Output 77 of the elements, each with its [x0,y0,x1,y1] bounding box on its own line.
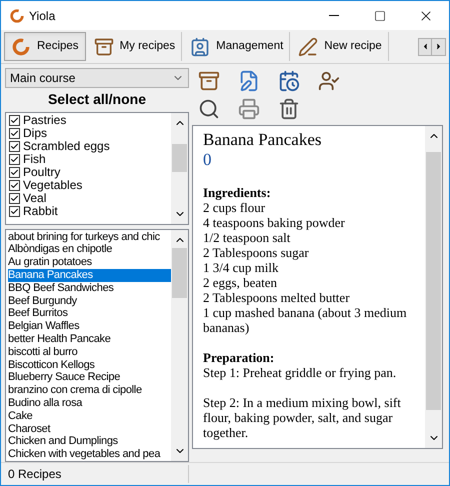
status-text: 0 Recipes [1,465,189,483]
recipe-item[interactable]: branzino con crema di cipolle [8,384,171,397]
recipe-item[interactable]: Belgian Waffles [8,320,171,334]
checkbox[interactable] [9,128,20,139]
recipe-item[interactable]: Charoset [8,422,171,436]
recipe-item[interactable]: better Health Pancake [8,333,171,346]
tab[interactable]: My recipes [88,32,182,61]
right-arrow-icon [434,42,443,51]
recipe-item[interactable]: Budino alla rosa [8,397,171,410]
maximize-icon [374,10,386,22]
pen-icon [298,36,318,56]
checkbox[interactable] [9,192,20,204]
recipe-item[interactable]: BBQ Beef Sandwiches [8,282,171,295]
recipe-text-line: 2 Tablespoons melted butter [203,290,351,305]
printer-icon[interactable] [238,98,260,120]
category-item[interactable]: Fish [9,152,171,166]
scroll-thumb[interactable] [426,152,441,410]
recipe-text-line: 1/2 teaspoon salt [203,230,292,245]
category-item[interactable]: Vegetables [9,178,171,192]
recipe-item[interactable]: Beef Burritos [8,307,171,320]
recipe-item[interactable]: Chicken with vegetables and pea [8,448,171,461]
category-item[interactable]: Veal [9,192,171,205]
recipe-item[interactable]: Beef Burgundy [8,294,171,308]
recipe-rating: 0 [203,150,212,170]
calendar-clock-icon[interactable] [278,70,300,92]
edit-document-icon[interactable] [238,70,260,92]
recipe-item[interactable]: Banana Pancakes [8,269,171,282]
scrollbar[interactable] [425,126,442,448]
checkbox[interactable] [9,114,20,126]
recipe-text-line: 2 cups flour [203,200,266,215]
select-all-button[interactable]: Select all/none [5,88,189,112]
box-icon [94,36,114,56]
recipe-item[interactable]: about brining for turkeys and chic [8,230,171,244]
logo-icon [9,8,25,24]
category-item[interactable]: Dips [9,126,171,140]
recipe-text-line: 1 3/4 cup milk [203,260,280,275]
window-title: Yiola [29,8,56,24]
recipe-text-line: 2 Tablespoons sugar [203,245,310,260]
search-icon[interactable] [198,98,220,120]
recipe-text-line: 4 teaspoons baking powder [203,215,346,230]
checkbox[interactable] [9,154,20,165]
recipe-item[interactable]: Chicken and Dumplings [8,435,171,448]
person-checklist-icon[interactable] [318,70,340,92]
section-heading: Ingredients: [203,185,272,200]
scrollbar[interactable] [171,112,188,224]
category-item[interactable]: Pastries [9,114,171,127]
recipe-item[interactable]: biscotti al burro [8,346,171,359]
checkbox[interactable] [9,140,20,152]
tab[interactable]: Management [184,32,290,61]
checkbox[interactable] [9,180,20,191]
category-item[interactable]: Poultry [9,166,171,179]
recipe-item[interactable]: Albòndigas en chipotle [8,243,171,256]
category-item[interactable]: Rabbit [9,204,171,218]
recipe-item[interactable]: Biscotticon Kellogs [8,358,171,372]
checkbox[interactable] [9,166,20,178]
recipe-item[interactable]: Cake [8,410,171,423]
recipe-item[interactable]: Au gratin potatoes [8,256,171,270]
trash-icon[interactable] [278,98,300,120]
scrollbar[interactable] [171,230,188,462]
box-icon[interactable] [198,70,220,92]
tab[interactable]: Recipes [4,32,86,61]
recipe-text-line: 2 eggs, beaten [203,275,278,290]
checkbox[interactable] [9,206,20,217]
section-heading: Preparation: [203,350,276,365]
tab[interactable]: New recipe [292,32,389,61]
recipe-text-line: Step 1: Preheat griddle or frying pan. [203,365,398,380]
minimize-icon [329,15,339,16]
recipe-title: Banana Pancakes [203,130,322,150]
category-item[interactable]: Scrambled eggs [9,140,171,153]
recipe-text-line: 1 cup mashed banana (about 3 medium bananas) [203,305,408,335]
category-dropdown[interactable]: Main course [5,68,189,88]
logo-icon [11,36,31,56]
contact-card-icon [190,36,210,56]
recipe-item[interactable]: Blueberry Sauce Recipe [8,371,171,384]
recipe-text-line: Step 2: In a medium mixing bowl, sift flour, baking powder, salt, and sugar together. [203,395,402,440]
scroll-thumb[interactable] [172,248,187,298]
scroll-thumb[interactable] [172,144,187,172]
